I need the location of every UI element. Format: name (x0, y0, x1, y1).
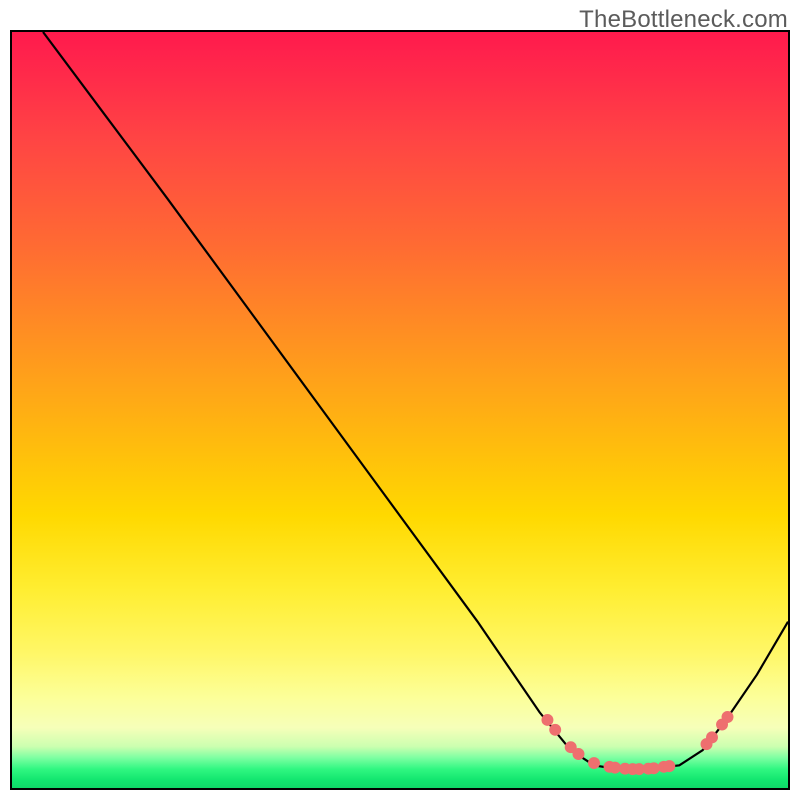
data-marker (541, 714, 553, 726)
data-marker (588, 757, 600, 769)
data-marker (663, 760, 675, 772)
data-marker (706, 731, 718, 743)
plot-area (10, 30, 790, 790)
chart-svg (12, 32, 788, 788)
data-marker (648, 762, 660, 774)
data-marker (573, 748, 585, 760)
watermark-label: TheBottleneck.com (579, 6, 788, 34)
bottleneck-curve (43, 32, 788, 769)
data-marker (549, 724, 561, 736)
chart-container: TheBottleneck.com (0, 0, 800, 800)
data-marker (722, 711, 734, 723)
data-markers (541, 711, 733, 775)
data-marker (609, 762, 621, 774)
